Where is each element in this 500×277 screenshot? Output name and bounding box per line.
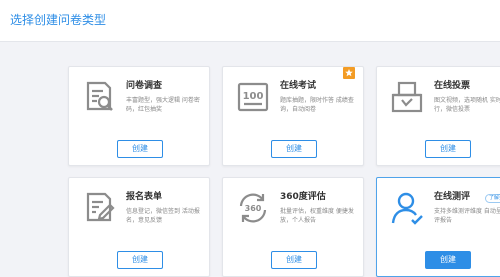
create-360-evaluation-button[interactable]: 创建 [271, 251, 317, 269]
create-exam-button[interactable]: 创建 [271, 140, 317, 158]
exam-score-100-icon: 100 [235, 79, 271, 115]
card-online-assessment[interactable]: 了解更多 在线测评 支持多维测评维度 自动呈现测评报告 创建 [376, 177, 500, 277]
card-description: 丰富题型，强大逻辑 问卷密码，红包抽奖 [126, 97, 200, 113]
learn-more-link[interactable]: 了解更多 [484, 194, 500, 203]
card-description: 信息登记，微信签到 活动报名，意见反馈 [126, 208, 200, 224]
card-title: 在线考试 [280, 81, 317, 91]
card-title: 在线投票 [434, 81, 471, 91]
person-assessment-icon [389, 190, 425, 226]
create-vote-button[interactable]: 创建 [425, 140, 471, 158]
ballot-box-icon [389, 79, 425, 115]
form-pen-icon [81, 190, 117, 226]
create-online-assessment-button[interactable]: 创建 [425, 251, 471, 269]
card-vote[interactable]: 在线投票 图文视频，选项随机 实时排行，微信投票 创建 [376, 66, 500, 166]
page-title: 选择创建问卷类型 [10, 13, 107, 27]
card-signup-form[interactable]: 报名表单 信息登记，微信签到 活动报名，意见反馈 创建 [68, 177, 210, 277]
card-description: 支持多维测评维度 自动呈现测评报告 [434, 208, 500, 224]
card-title: 在线测评 [434, 192, 471, 202]
card-description: 题库抽题，限时作答 成绩查询，自动阅卷 [280, 97, 354, 113]
card-title: 报名表单 [126, 192, 163, 202]
card-360-evaluation[interactable]: 360 360度评估 批量评估，权重维度 便捷发放，个人报告 创建 [222, 177, 364, 277]
create-signup-form-button[interactable]: 创建 [117, 251, 163, 269]
card-title: 问卷调查 [126, 81, 163, 91]
evaluation-360-icon: 360 [235, 190, 271, 226]
card-description: 图文视频，选项随机 实时排行，微信投票 [434, 97, 500, 113]
svg-text:100: 100 [243, 91, 264, 102]
page-header: 选择创建问卷类型 [0, 0, 500, 42]
card-survey[interactable]: 问卷调查 丰富题型，强大逻辑 问卷密码，红包抽奖 创建 [68, 66, 210, 166]
card-title: 360度评估 [280, 192, 326, 202]
card-description: 批量评估，权重维度 便捷发放，个人报告 [280, 208, 354, 224]
create-survey-button[interactable]: 创建 [117, 140, 163, 158]
svg-text:360: 360 [245, 204, 262, 213]
survey-doc-search-icon [81, 79, 117, 115]
star-icon [343, 67, 355, 79]
card-exam[interactable]: 100 在线考试 题库抽题，限时作答 成绩查询，自动阅卷 创建 [222, 66, 364, 166]
